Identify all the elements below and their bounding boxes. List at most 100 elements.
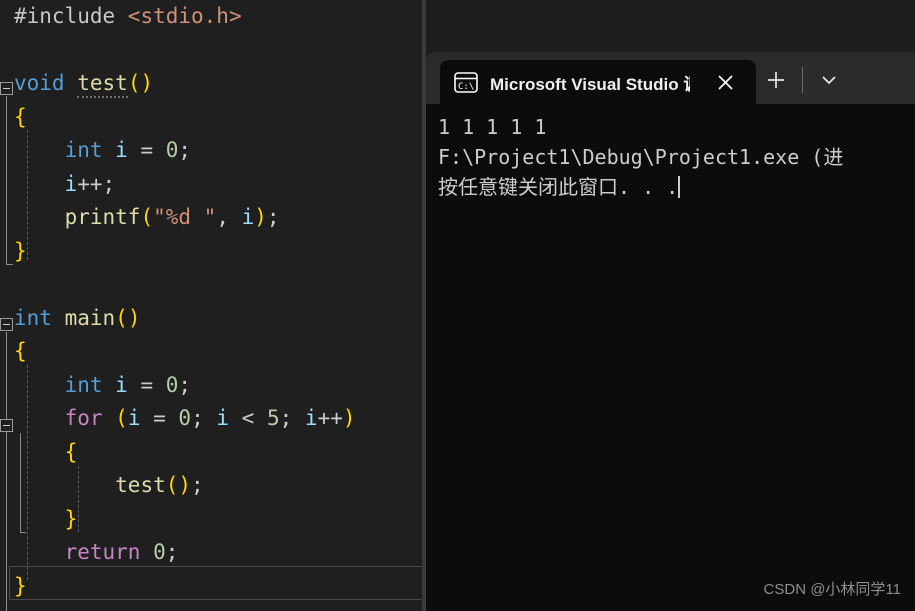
code-token: ( — [115, 406, 128, 430]
terminal-cursor — [678, 176, 681, 198]
code-token: ( — [140, 205, 154, 229]
code-token: () — [115, 305, 141, 330]
code-token: i — [241, 205, 255, 229]
code-token: ) — [254, 205, 267, 229]
code-token: "%d " — [153, 205, 217, 229]
code-token: ; — [266, 205, 280, 229]
code-token: } — [14, 573, 27, 598]
terminal-tab-active[interactable]: C:\ Microsoft Visual Studio 调试控 — [440, 60, 756, 104]
code-token: { — [14, 104, 27, 129]
terminal-titlebar[interactable]: C:\ Microsoft Visual Studio 调试控 — [426, 52, 915, 104]
code-token: () — [127, 71, 154, 95]
code-token: = — [140, 406, 179, 430]
code-token: for — [64, 406, 103, 430]
code-token: i — [127, 406, 141, 430]
code-token: ; — [279, 406, 305, 430]
code-token: } — [14, 238, 27, 263]
code-token: = — [127, 372, 166, 397]
terminal-tab-title: Microsoft Visual Studio 调试控 — [490, 74, 690, 94]
code-token: return — [64, 540, 141, 564]
code-line[interactable]: int main() — [0, 302, 426, 336]
code-token: < — [229, 406, 267, 430]
code-line[interactable]: } — [0, 570, 426, 604]
terminal-titlebar-actions — [756, 60, 849, 104]
terminal-output-line: 按任意键关闭此窗口. . . — [438, 175, 681, 199]
code-line[interactable]: i++; — [0, 168, 426, 202]
code-token: i — [304, 406, 318, 430]
code-line[interactable]: { — [0, 101, 426, 135]
code-token: } — [64, 506, 78, 531]
code-line[interactable]: void test() — [0, 67, 426, 101]
code-token: ; — [191, 406, 217, 430]
code-token: #include — [14, 4, 128, 28]
terminal-output-line: 1 1 1 1 1 — [438, 115, 559, 139]
code-line[interactable] — [0, 268, 426, 302]
code-line[interactable]: return 0; — [0, 536, 426, 570]
code-token: i — [115, 138, 128, 162]
code-token: 5 — [266, 406, 280, 430]
code-token: int — [64, 372, 103, 397]
code-token: ++ — [317, 406, 343, 430]
terminal-output-line: F:\Project1\Debug\Project1.exe (进 — [438, 145, 844, 169]
code-line[interactable] — [0, 34, 426, 68]
code-token: void — [14, 71, 65, 95]
svg-text:C:\: C:\ — [458, 82, 474, 92]
code-token: main — [64, 305, 116, 330]
code-token: ; — [165, 540, 179, 564]
console-cmd-icon: C:\ — [454, 71, 478, 93]
code-token: ; — [178, 138, 192, 162]
code-token: 0 — [153, 540, 166, 564]
code-token: test — [115, 473, 166, 497]
watermark-text: CSDN @小林同学11 — [763, 581, 901, 598]
code-line[interactable]: #include <stdio.h> — [0, 0, 426, 34]
code-token: i — [115, 372, 128, 397]
code-token: , — [216, 205, 242, 229]
code-line[interactable]: { — [0, 436, 426, 470]
code-token: ++; — [77, 171, 116, 196]
code-line[interactable]: for (i = 0; i < 5; i++) — [0, 402, 426, 436]
code-line[interactable]: } — [0, 235, 426, 269]
code-line[interactable]: } — [0, 503, 426, 537]
chevron-down-icon[interactable] — [809, 63, 849, 97]
code-token: ; — [178, 372, 192, 397]
new-tab-icon[interactable] — [756, 63, 796, 97]
screen-root: #include <stdio.h> void test(){ int i = 0… — [0, 0, 915, 611]
code-editor-pane[interactable]: #include <stdio.h> void test(){ int i = 0… — [0, 0, 426, 611]
code-line[interactable]: { — [0, 335, 426, 369]
code-line[interactable]: printf("%d ", i); — [0, 201, 426, 235]
code-token: ; — [191, 473, 204, 497]
code-line[interactable]: int i = 0; — [0, 369, 426, 403]
code-text[interactable]: #include <stdio.h> void test(){ int i = 0… — [0, 0, 426, 611]
code-token: () — [165, 473, 192, 497]
code-token: { — [64, 439, 78, 464]
close-icon[interactable] — [708, 65, 742, 99]
code-token: 0 — [165, 138, 179, 162]
terminal-window[interactable]: C:\ Microsoft Visual Studio 调试控 — [426, 52, 915, 611]
code-token: 0 — [178, 406, 192, 430]
code-token: i — [216, 406, 230, 430]
code-token: 0 — [165, 372, 179, 397]
code-token: printf — [64, 205, 141, 229]
code-token: ) — [342, 406, 356, 430]
terminal-output[interactable]: 1 1 1 1 1 F:\Project1\Debug\Project1.exe… — [426, 104, 915, 611]
code-token: = — [127, 138, 166, 162]
code-line[interactable]: int i = 0; — [0, 134, 426, 168]
code-line[interactable]: test(); — [0, 469, 426, 503]
code-token: test — [77, 71, 128, 98]
code-token: int — [64, 138, 103, 162]
titlebar-separator — [802, 67, 803, 93]
